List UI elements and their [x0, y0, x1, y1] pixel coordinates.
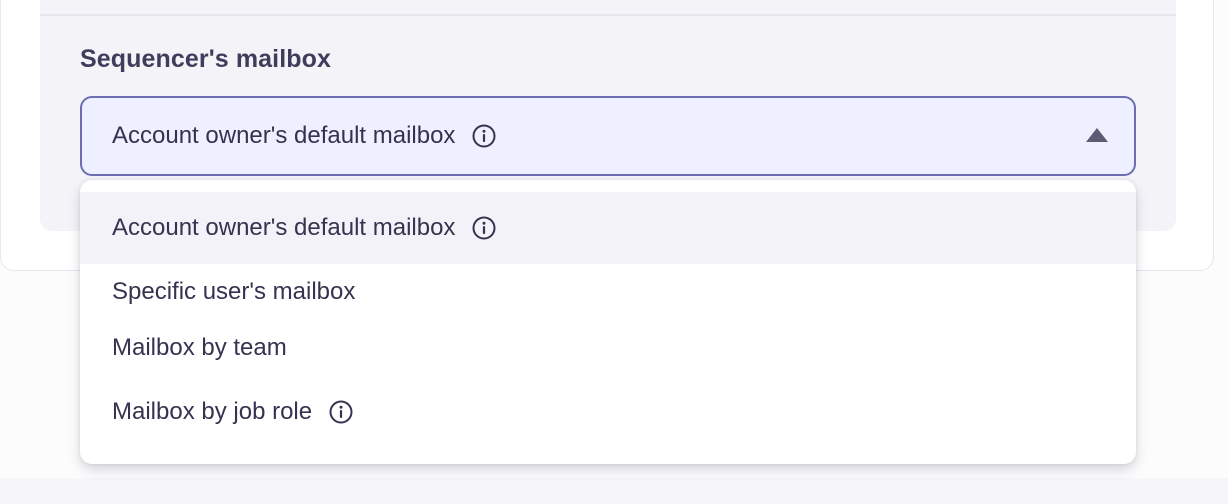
- option-mailbox-by-job-role[interactable]: Mailbox by job role: [80, 376, 1136, 448]
- option-label: Account owner's default mailbox: [112, 214, 456, 241]
- info-icon[interactable]: [328, 399, 354, 425]
- section-label: Sequencer's mailbox: [80, 45, 331, 73]
- option-label: Specific user's mailbox: [112, 278, 356, 305]
- select-value: Account owner's default mailbox: [112, 122, 456, 149]
- option-account-owner-default-mailbox[interactable]: Account owner's default mailbox: [80, 192, 1136, 264]
- option-mailbox-by-team[interactable]: Mailbox by team: [80, 320, 1136, 376]
- option-label: Mailbox by job role: [112, 398, 313, 425]
- panel-divider: [40, 14, 1176, 16]
- info-icon[interactable]: [471, 123, 497, 149]
- option-specific-users-mailbox[interactable]: Specific user's mailbox: [80, 264, 1136, 320]
- caret-up-icon[interactable]: [1086, 128, 1108, 142]
- info-icon[interactable]: [471, 215, 497, 241]
- mailbox-select[interactable]: Account owner's default mailbox: [80, 96, 1136, 176]
- mailbox-dropdown-menu: Account owner's default mailbox Specific…: [80, 180, 1136, 464]
- option-label: Mailbox by team: [112, 334, 287, 361]
